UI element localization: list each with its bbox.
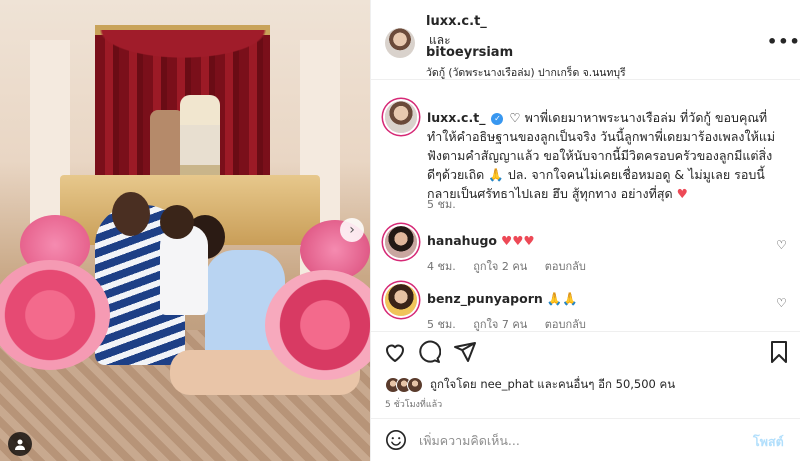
comment-time[interactable]: 5 ชม. bbox=[427, 318, 456, 331]
caption-username[interactable]: luxx.c.t_ bbox=[427, 110, 485, 125]
comment-text: hanahugo ♥♥♥ bbox=[427, 233, 535, 248]
heart-outline-icon: ♡ bbox=[509, 110, 521, 125]
comment-input[interactable] bbox=[419, 428, 739, 452]
post-side-panel: luxx.c.t_ และ bitoeyrsiam วัดกู้ (วัดพระ… bbox=[370, 0, 800, 461]
caption-time[interactable]: 5 ชม. bbox=[427, 195, 456, 213]
carousel-next-button[interactable]: › bbox=[340, 218, 364, 242]
caption-text: luxx.c.t_ ✓ ♡ พาพี่เดยมาหาพระนางเรือล่ม … bbox=[427, 108, 777, 203]
commenter-avatar[interactable] bbox=[385, 284, 417, 316]
send-icon[interactable] bbox=[453, 340, 477, 364]
comment-item: hanahugo ♥♥♥ 4 ชม. ถูกใจ 2 คน ตอบกลับ ♡ bbox=[371, 226, 800, 286]
comment-like-button[interactable]: ♡ bbox=[776, 238, 787, 252]
post-header: luxx.c.t_ และ bitoeyrsiam วัดกู้ (วัดพระ… bbox=[371, 0, 800, 80]
bookmark-icon[interactable] bbox=[767, 340, 791, 364]
commenter-avatar[interactable] bbox=[385, 226, 417, 258]
comments-section: luxx.c.t_ ✓ ♡ พาพี่เดยมาหาพระนางเรือล่ม … bbox=[371, 81, 800, 331]
add-comment-bar: โพสต์ bbox=[371, 418, 800, 461]
pray-emoji-icon: 🙏 bbox=[488, 167, 504, 182]
caption-author-avatar[interactable] bbox=[385, 101, 417, 133]
comment-reply-button[interactable]: ตอบกลับ bbox=[545, 260, 586, 273]
heart-icon: ♡ bbox=[776, 238, 787, 252]
chevron-right-icon: › bbox=[349, 222, 355, 238]
post-comment-button[interactable]: โพสต์ bbox=[753, 432, 784, 452]
post-photo[interactable]: › bbox=[0, 0, 370, 461]
photo-person-mother-head bbox=[112, 192, 150, 236]
comment-text: benz_punyaporn 🙏🙏 bbox=[427, 291, 578, 307]
collaborator-username[interactable]: bitoeyrsiam bbox=[426, 45, 513, 60]
action-bar: ถูกใจโดย nee_phat และคนอื่นๆ อีก 50,500 … bbox=[371, 331, 800, 411]
liked-by-text: ถูกใจโดย nee_phat และคนอื่นๆ อีก 50,500 … bbox=[430, 377, 676, 391]
comment-time[interactable]: 4 ชม. bbox=[427, 260, 456, 273]
liked-by[interactable]: ถูกใจโดย nee_phat และคนอื่นๆ อีก 50,500 … bbox=[385, 376, 675, 394]
user-tag-icon bbox=[15, 439, 25, 450]
author-avatar[interactable] bbox=[385, 28, 415, 58]
photo-person-child bbox=[160, 225, 208, 315]
comment-username[interactable]: hanahugo bbox=[427, 233, 497, 248]
comment-like-button[interactable]: ♡ bbox=[776, 296, 787, 310]
posted-time[interactable]: 5 ชั่วโมงที่แล้ว bbox=[385, 397, 442, 411]
heart-icon: ♡ bbox=[776, 296, 787, 310]
more-options-button[interactable]: ••• bbox=[767, 32, 800, 51]
comment-likes[interactable]: ถูกใจ 7 คน bbox=[473, 318, 527, 331]
comment-icon[interactable] bbox=[417, 340, 441, 364]
author-username[interactable]: luxx.c.t_ bbox=[426, 14, 487, 29]
post-location[interactable]: วัดกู้ (วัดพระนางเรือล่ม) ปากเกร็ด จ.นนท… bbox=[426, 64, 626, 81]
heart-icon[interactable] bbox=[383, 340, 407, 364]
red-heart-icon: ♥ bbox=[676, 186, 688, 201]
comment-reply-button[interactable]: ตอบกลับ bbox=[545, 318, 586, 331]
emoji-icon[interactable] bbox=[385, 429, 407, 451]
photo-curtain-swag bbox=[88, 30, 278, 62]
comment-username[interactable]: benz_punyaporn bbox=[427, 291, 543, 306]
liker-avatar bbox=[407, 377, 423, 393]
comment-body: ♥♥♥ bbox=[501, 233, 535, 248]
comment-likes[interactable]: ถูกใจ 2 คน bbox=[473, 260, 527, 273]
user-tags-button[interactable] bbox=[8, 432, 32, 456]
photo-person-child-head bbox=[160, 205, 194, 239]
comment-body: 🙏🙏 bbox=[546, 291, 578, 306]
verified-badge-icon: ✓ bbox=[491, 112, 504, 125]
comment-meta: 4 ชม. ถูกใจ 2 คน ตอบกลับ bbox=[427, 257, 600, 275]
